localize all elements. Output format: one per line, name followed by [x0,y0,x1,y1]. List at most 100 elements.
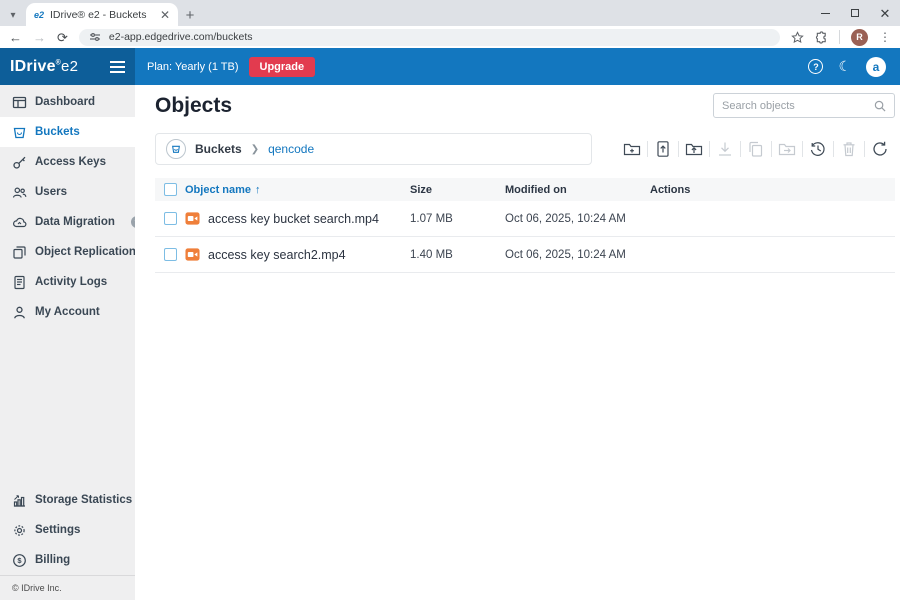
object-toolbar [617,137,895,161]
cloud-migration-icon [12,215,27,230]
sidebar-item-users[interactable]: Users [0,177,135,207]
video-file-icon [185,211,200,226]
account-avatar[interactable]: a [866,57,886,77]
back-icon[interactable]: ← [9,31,22,44]
object-modified: Oct 06, 2025, 10:24 AM [505,249,650,261]
users-icon [12,185,27,200]
video-file-icon [185,247,200,262]
tab-search-chevron-icon[interactable]: ▾ [0,4,26,26]
my-account-icon [12,305,27,320]
upload-file-button[interactable] [648,137,678,161]
breadcrumb: Buckets ❯ qencode [155,133,592,165]
move-button[interactable] [772,137,802,161]
select-all-checkbox[interactable] [164,183,177,196]
help-icon[interactable]: ? [808,59,823,74]
url-text: e2-app.edgedrive.com/buckets [109,31,253,43]
site-settings-icon[interactable] [89,31,101,43]
delete-button[interactable] [834,137,864,161]
column-header-modified[interactable]: Modified on [505,184,650,196]
window-minimize-button[interactable] [810,0,840,26]
browser-tab[interactable]: e2 IDrive® e2 - Buckets ✕ [26,3,178,26]
main-content: Objects Buckets ❯ qencode [135,85,900,600]
tab-title: IDrive® e2 - Buckets [50,9,154,21]
browser-menu-icon[interactable]: ⋮ [879,30,891,44]
breadcrumb-current-bucket[interactable]: qencode [268,142,314,156]
sidebar-item-my-account[interactable]: My Account [0,297,135,327]
object-name-link[interactable]: access key bucket search.mp4 [208,212,379,226]
sidebar-item-billing[interactable]: $ Billing [0,545,135,575]
dashboard-icon [12,95,27,110]
row-checkbox[interactable] [164,212,177,225]
object-modified: Oct 06, 2025, 10:24 AM [505,213,650,225]
reload-icon[interactable]: ⟳ [57,31,68,44]
extensions-icon[interactable] [815,31,828,44]
download-button[interactable] [710,137,740,161]
object-name-link[interactable]: access key search2.mp4 [208,248,346,262]
new-tab-button[interactable]: + [178,4,202,26]
app-header: IDrive®e2 Plan: Yearly (1 TB) Upgrade ? … [0,48,900,85]
table-row[interactable]: access key bucket search.mp4 1.07 MB Oct… [155,201,895,237]
bucket-root-icon[interactable] [166,139,186,159]
idrive-e2-logo[interactable]: IDrive®e2 [10,58,78,76]
billing-icon: $ [12,553,27,568]
versions-history-button[interactable] [803,137,833,161]
tab-close-icon[interactable]: ✕ [160,9,170,21]
sidebar-item-label: Activity Logs [35,276,107,288]
create-folder-button[interactable] [617,137,647,161]
bucket-icon [12,125,27,140]
browser-addressbar: ← → ⟳ e2-app.edgedrive.com/buckets R ⋮ [0,26,900,48]
tab-favicon-icon: e2 [34,10,44,20]
addressbar-divider [839,30,840,44]
plan-label: Plan: Yearly (1 TB) [147,61,239,73]
sidebar-item-label: Buckets [35,126,80,138]
settings-gear-icon [12,523,27,538]
window-close-button[interactable]: ✕ [870,0,900,26]
upload-folder-button[interactable] [679,137,709,161]
window-controls: ✕ [810,0,900,26]
sidebar-copyright: © IDrive Inc. [0,575,135,600]
sidebar-item-object-replication[interactable]: Object Replication NEW ? [0,237,135,267]
browser-tabstrip: ▾ e2 IDrive® e2 - Buckets ✕ + ✕ [0,0,900,26]
objects-table: Object name ↑ Size Modified on Actions [155,178,895,273]
logo-area: IDrive®e2 [0,48,135,85]
maximize-icon [851,9,859,17]
url-bar[interactable]: e2-app.edgedrive.com/buckets [79,29,780,46]
column-header-size[interactable]: Size [410,184,505,196]
sidebar-item-settings[interactable]: Settings [0,515,135,545]
sidebar-item-activity-logs[interactable]: Activity Logs [0,267,135,297]
sidebar-item-access-keys[interactable]: Access Keys [0,147,135,177]
sidebar-item-label: Billing [35,554,70,566]
sidebar-item-label: Dashboard [35,96,95,108]
sidebar-item-label: Object Replication [35,246,136,258]
copy-button[interactable] [741,137,771,161]
sidebar-item-data-migration[interactable]: Data Migration ? [0,207,135,237]
search-box [713,93,895,118]
search-icon[interactable] [874,100,886,112]
window-maximize-button[interactable] [840,0,870,26]
sort-ascending-icon: ↑ [255,184,261,196]
upgrade-button[interactable]: Upgrade [249,57,316,77]
dark-mode-moon-icon[interactable]: ☾ [838,58,851,75]
sidebar-item-label: My Account [35,306,100,318]
sidebar-item-dashboard[interactable]: Dashboard [0,87,135,117]
chevron-right-icon: ❯ [251,144,259,155]
column-header-object-name[interactable]: Object name ↑ [185,184,410,196]
refresh-button[interactable] [865,137,895,161]
replication-icon [12,245,27,260]
key-icon [12,155,27,170]
sidebar-item-storage-statistics[interactable]: Storage Statistics [0,485,135,515]
object-size: 1.07 MB [410,213,505,225]
browser-profile-avatar[interactable]: R [851,29,868,46]
hamburger-menu-icon[interactable] [110,61,125,73]
search-input[interactable] [722,100,868,112]
svg-text:$: $ [17,556,22,565]
activity-logs-icon [12,275,27,290]
forward-icon[interactable]: → [33,31,46,44]
row-checkbox[interactable] [164,248,177,261]
bookmark-star-icon[interactable] [791,31,804,44]
table-row[interactable]: access key search2.mp4 1.40 MB Oct 06, 2… [155,237,895,273]
sidebar-item-buckets[interactable]: Buckets [0,117,135,147]
breadcrumb-buckets-link[interactable]: Buckets [195,142,242,156]
sidebar-item-label: Users [35,186,67,198]
storage-statistics-icon [12,493,27,508]
